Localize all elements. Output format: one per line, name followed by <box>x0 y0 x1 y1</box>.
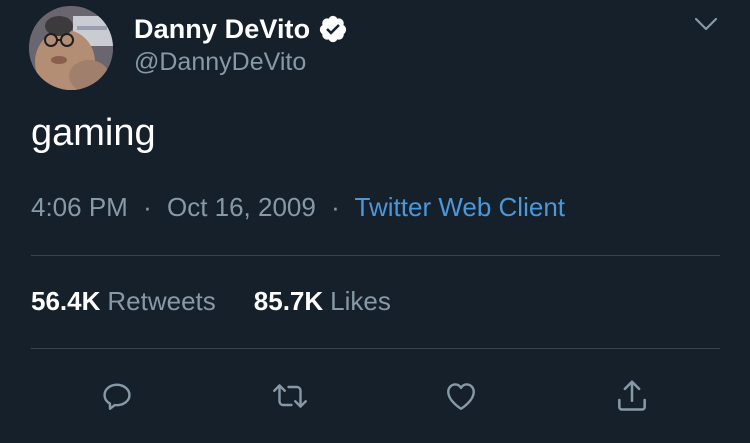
reply-button[interactable] <box>97 376 137 416</box>
author-display-name[interactable]: Danny DeVito <box>134 14 310 45</box>
likes-label: Likes <box>330 286 391 316</box>
like-button[interactable] <box>441 376 481 416</box>
tweet-stats: 56.4K Retweets 85.7K Likes <box>31 286 391 317</box>
share-icon <box>618 380 646 411</box>
divider <box>31 255 720 256</box>
verified-badge-icon <box>320 15 347 43</box>
reply-icon <box>103 383 131 410</box>
meta-separator: · <box>143 192 152 222</box>
tweet-text: gaming <box>31 112 156 154</box>
tweet-metadata: 4:06 PM · Oct 16, 2009 · Twitter Web Cli… <box>31 192 565 223</box>
author-name-row: Danny DeVito <box>134 11 348 47</box>
tweet-card: Danny DeVito @DannyDeVito gaming 4:06 PM… <box>0 0 750 443</box>
share-button[interactable] <box>612 376 652 416</box>
retweet-icon <box>273 384 307 408</box>
chevron-down-icon[interactable] <box>693 14 719 34</box>
meta-separator: · <box>331 192 340 222</box>
avatar-image <box>29 6 113 90</box>
retweet-button[interactable] <box>270 376 310 416</box>
retweets-count: 56.4K <box>31 286 101 316</box>
divider <box>31 348 720 349</box>
tweet-date[interactable]: Oct 16, 2009 <box>167 192 316 222</box>
tweet-source-link[interactable]: Twitter Web Client <box>355 192 565 222</box>
tweet-time[interactable]: 4:06 PM <box>31 192 128 222</box>
heart-icon <box>447 383 475 410</box>
retweets-stat[interactable]: 56.4K Retweets <box>31 286 216 317</box>
likes-count: 85.7K <box>253 286 324 316</box>
retweets-label: Retweets <box>107 286 216 316</box>
likes-stat[interactable]: 85.7K Likes <box>254 286 391 317</box>
author-handle[interactable]: @DannyDeVito <box>134 48 306 77</box>
avatar[interactable] <box>29 6 113 90</box>
